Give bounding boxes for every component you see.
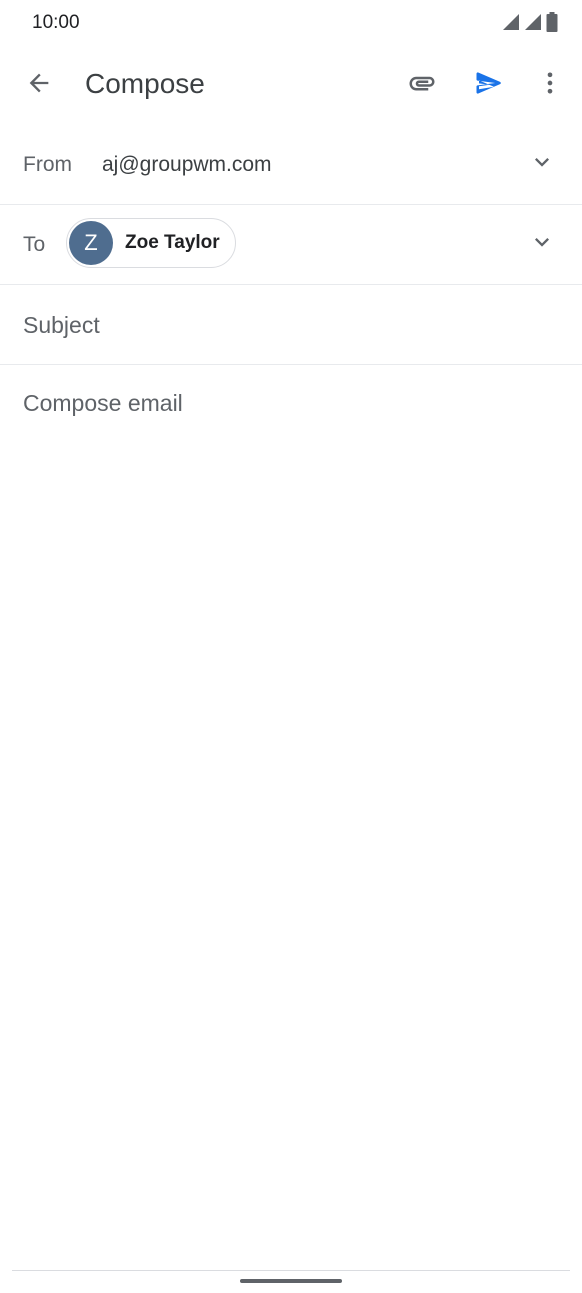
avatar: Z (69, 221, 113, 265)
arrow-back-icon (25, 69, 53, 102)
signal-icon (502, 13, 520, 36)
to-expand-button[interactable] (518, 220, 566, 268)
subject-row (0, 285, 582, 365)
send-icon (474, 68, 504, 103)
status-icons (502, 12, 558, 37)
recipient-name: Zoe Taylor (125, 232, 220, 253)
subject-input[interactable] (23, 307, 543, 343)
back-button[interactable] (15, 61, 63, 109)
from-address[interactable]: aj@groupwm.com (102, 153, 272, 177)
chevron-down-icon (528, 228, 556, 261)
recipient-chip[interactable]: Z Zoe Taylor (66, 218, 236, 268)
page-title: Compose (85, 68, 205, 99)
attach-button[interactable] (398, 61, 446, 109)
status-time: 10:00 (32, 12, 80, 33)
top-app-bar: Compose (0, 46, 582, 124)
to-label: To (23, 233, 46, 256)
status-bar: 10:00 (0, 0, 582, 46)
more-vert-icon (536, 69, 564, 102)
signal-icon (524, 13, 542, 36)
from-expand-button[interactable] (518, 140, 566, 188)
gesture-navigation-bar[interactable] (240, 1279, 342, 1283)
chevron-down-icon (528, 148, 556, 181)
more-options-button[interactable] (526, 61, 574, 109)
bottom-divider (12, 1270, 570, 1271)
from-label: From (23, 153, 72, 176)
paperclip-icon (407, 68, 437, 103)
send-button[interactable] (465, 61, 513, 109)
from-row: From aj@groupwm.com (0, 124, 582, 205)
battery-icon (546, 12, 558, 37)
to-row: To Z Zoe Taylor (0, 205, 582, 285)
compose-body-input[interactable] (23, 385, 559, 1245)
